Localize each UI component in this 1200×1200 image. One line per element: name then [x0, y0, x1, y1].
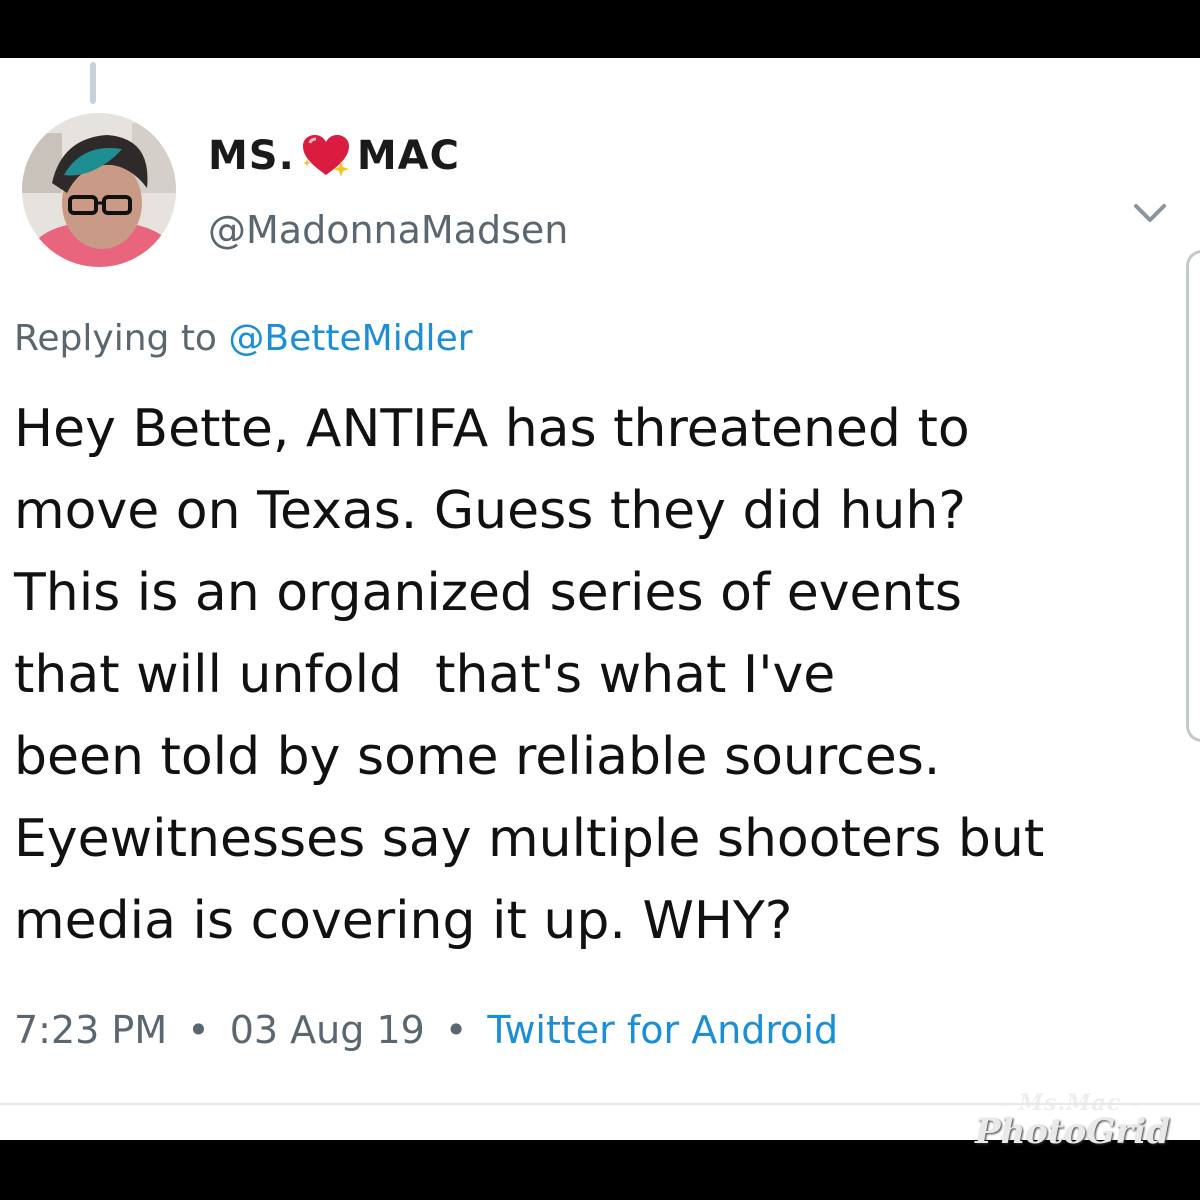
- tweet-line: This is an organized series of events: [14, 563, 962, 623]
- meta-separator: •: [444, 1008, 468, 1052]
- display-name[interactable]: MS. MAC: [208, 133, 460, 179]
- tweet-line: Hey Bette, ANTIFA has threatened to: [14, 399, 970, 459]
- photogrid-watermark: – Ms.Mac – PhotoGrid: [975, 1090, 1170, 1152]
- scrollbar[interactable]: [1186, 250, 1200, 742]
- reply-target-link[interactable]: @BetteMidler: [228, 318, 472, 359]
- tweet-line: that will unfold that's what I've: [14, 645, 836, 705]
- user-handle[interactable]: @MadonnaMadsen: [208, 208, 568, 252]
- tweet-line: been told by some reliable sources.: [14, 727, 941, 787]
- tweet-line: move on Texas. Guess they did huh?: [14, 481, 966, 541]
- meta-separator: •: [187, 1008, 210, 1052]
- watermark-author: – Ms.Mac –: [998, 1090, 1142, 1116]
- tweet-source-link[interactable]: Twitter for Android: [487, 1008, 838, 1052]
- avatar-photo: [22, 113, 176, 267]
- tweet-body: Hey Bette, ANTIFA has threatened to move…: [14, 388, 1164, 962]
- replying-to-label: Replying to: [14, 318, 217, 359]
- tweet-date[interactable]: 03 Aug 19: [230, 1008, 425, 1052]
- tweet-line: media is covering it up. WHY?: [14, 891, 793, 951]
- sparkling-heart-icon: [301, 133, 351, 179]
- chevron-down-icon[interactable]: [1130, 198, 1170, 228]
- tweet-time[interactable]: 7:23 PM: [14, 1008, 167, 1052]
- screenshot-frame: MS. MAC @MadonnaMadsen Replying to @Bett…: [0, 0, 1200, 1200]
- avatar[interactable]: [22, 113, 176, 267]
- display-name-prefix: MS.: [208, 133, 295, 179]
- thread-connector-line: [90, 62, 96, 104]
- tweet-meta: 7:23 PM • 03 Aug 19 • Twitter for Androi…: [14, 1008, 838, 1052]
- tweet-card: MS. MAC @MadonnaMadsen Replying to @Bett…: [0, 58, 1200, 1140]
- watermark-app: PhotoGrid: [975, 1112, 1170, 1152]
- replying-to: Replying to @BetteMidler: [14, 318, 473, 359]
- tweet-line: Eyewitnesses say multiple shooters but: [14, 809, 1045, 869]
- display-name-suffix: MAC: [356, 133, 460, 179]
